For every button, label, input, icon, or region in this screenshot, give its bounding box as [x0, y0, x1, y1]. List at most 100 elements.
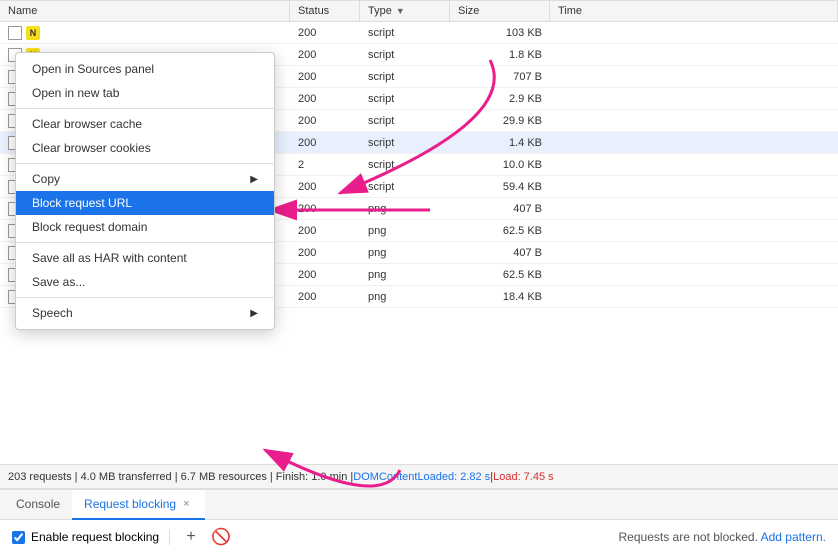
- cell-time: [550, 242, 838, 263]
- menu-item-clear-cache[interactable]: Clear browser cache: [16, 112, 274, 136]
- menu-separator: [16, 297, 274, 298]
- menu-item-clear-cookies[interactable]: Clear browser cookies: [16, 136, 274, 160]
- cell-status: 2: [290, 154, 360, 175]
- col-header-size: Size: [450, 1, 550, 21]
- cell-status: 200: [290, 132, 360, 153]
- cell-size: 62.5 KB: [450, 264, 550, 285]
- cell-type: png: [360, 242, 450, 263]
- cell-time: [550, 220, 838, 241]
- cell-time: [550, 286, 838, 307]
- add-pattern-button[interactable]: +: [180, 526, 202, 548]
- cell-status: 200: [290, 44, 360, 65]
- cell-time: [550, 176, 838, 197]
- cell-status: 200: [290, 286, 360, 307]
- row-checkbox[interactable]: [8, 26, 22, 40]
- cell-status: 200: [290, 110, 360, 131]
- cell-status: 200: [290, 22, 360, 43]
- tab-console[interactable]: Console: [4, 490, 72, 520]
- cell-time: [550, 22, 838, 43]
- cell-size: 1.8 KB: [450, 44, 550, 65]
- cell-time: [550, 264, 838, 285]
- cell-type: script: [360, 132, 450, 153]
- cell-type: script: [360, 22, 450, 43]
- cell-time: [550, 110, 838, 131]
- col-header-status: Status: [290, 1, 360, 21]
- add-pattern-link[interactable]: Add pattern.: [761, 530, 826, 544]
- load-time-link[interactable]: Load: 7.45 s: [493, 471, 554, 483]
- menu-item-open-sources[interactable]: Open in Sources panel: [16, 57, 274, 81]
- enable-blocking-checkbox[interactable]: [12, 531, 25, 544]
- cell-size: 18.4 KB: [450, 286, 550, 307]
- cell-size: 10.0 KB: [450, 154, 550, 175]
- cell-status: 200: [290, 198, 360, 219]
- cell-status: 200: [290, 264, 360, 285]
- menu-item-block-domain[interactable]: Block request domain: [16, 215, 274, 239]
- cell-type: png: [360, 198, 450, 219]
- cell-type: script: [360, 44, 450, 65]
- cell-status: 200: [290, 242, 360, 263]
- menu-item-save-har[interactable]: Save all as HAR with content: [16, 246, 274, 270]
- menu-separator: [16, 242, 274, 243]
- clear-icon: 🚫: [211, 527, 231, 547]
- cell-size: 407 B: [450, 242, 550, 263]
- clear-patterns-button[interactable]: 🚫: [210, 526, 232, 548]
- menu-separator: [16, 163, 274, 164]
- cell-status: 200: [290, 88, 360, 109]
- menu-item-block-url[interactable]: Block request URL: [16, 191, 274, 215]
- cell-type: script: [360, 176, 450, 197]
- cell-size: 29.9 KB: [450, 110, 550, 131]
- sort-arrow-icon: ▼: [396, 6, 405, 16]
- cell-status: 200: [290, 176, 360, 197]
- context-menu: Open in Sources panel Open in new tab Cl…: [15, 52, 275, 330]
- tab-request-blocking[interactable]: Request blocking ×: [72, 490, 205, 520]
- network-panel: Name Status Type ▼ Size Time N 200 scrip…: [0, 0, 838, 554]
- col-header-name: Name: [0, 1, 290, 21]
- drawer-toolbar: Enable request blocking + 🚫 Requests are…: [0, 520, 838, 554]
- menu-item-save-as[interactable]: Save as...: [16, 270, 274, 294]
- menu-separator: [16, 108, 274, 109]
- row-icon: N: [26, 26, 40, 40]
- menu-item-speech[interactable]: Speech ▶: [16, 301, 274, 325]
- cell-time: [550, 88, 838, 109]
- submenu-arrow-icon: ▶: [250, 174, 258, 185]
- drawer-tabs: Console Request blocking ×: [0, 490, 838, 520]
- cell-status: 200: [290, 220, 360, 241]
- menu-item-open-tab[interactable]: Open in new tab: [16, 81, 274, 105]
- table-header: Name Status Type ▼ Size Time: [0, 0, 838, 22]
- cell-size: 1.4 KB: [450, 132, 550, 153]
- cell-type: png: [360, 220, 450, 241]
- cell-type: png: [360, 264, 450, 285]
- cell-time: [550, 132, 838, 153]
- enable-blocking-label[interactable]: Enable request blocking: [12, 530, 159, 544]
- table-row[interactable]: N 200 script 103 KB: [0, 22, 838, 44]
- cell-time: [550, 154, 838, 175]
- cell-time: [550, 44, 838, 65]
- status-text: 203 requests | 4.0 MB transferred | 6.7 …: [8, 471, 353, 483]
- menu-item-copy[interactable]: Copy ▶: [16, 167, 274, 191]
- tab-close-button[interactable]: ×: [180, 497, 192, 511]
- cell-type: script: [360, 88, 450, 109]
- cell-status: 200: [290, 66, 360, 87]
- cell-size: 62.5 KB: [450, 220, 550, 241]
- submenu-arrow-icon: ▶: [250, 308, 258, 319]
- status-bar: 203 requests | 4.0 MB transferred | 6.7 …: [0, 464, 838, 488]
- enable-blocking-text: Enable request blocking: [31, 530, 159, 544]
- cell-size: 2.9 KB: [450, 88, 550, 109]
- table-body[interactable]: N 200 script 103 KB N 200 script 1.8 KB …: [0, 22, 838, 464]
- cell-type: script: [360, 110, 450, 131]
- cell-size: 103 KB: [450, 22, 550, 43]
- cell-size: 707 B: [450, 66, 550, 87]
- dom-loaded-link[interactable]: DOMContentLoaded: 2.82 s: [353, 471, 490, 483]
- col-header-time: Time: [550, 1, 838, 21]
- cell-time: [550, 66, 838, 87]
- empty-state-message: Requests are not blocked. Add pattern.: [619, 530, 826, 544]
- cell-type: script: [360, 154, 450, 175]
- cell-name: N: [0, 22, 290, 43]
- bottom-drawer: Console Request blocking × Enable reques…: [0, 488, 838, 554]
- col-header-type[interactable]: Type ▼: [360, 1, 450, 21]
- cell-type: script: [360, 66, 450, 87]
- toolbar-separator: [169, 529, 170, 545]
- cell-type: png: [360, 286, 450, 307]
- cell-size: 407 B: [450, 198, 550, 219]
- cell-size: 59.4 KB: [450, 176, 550, 197]
